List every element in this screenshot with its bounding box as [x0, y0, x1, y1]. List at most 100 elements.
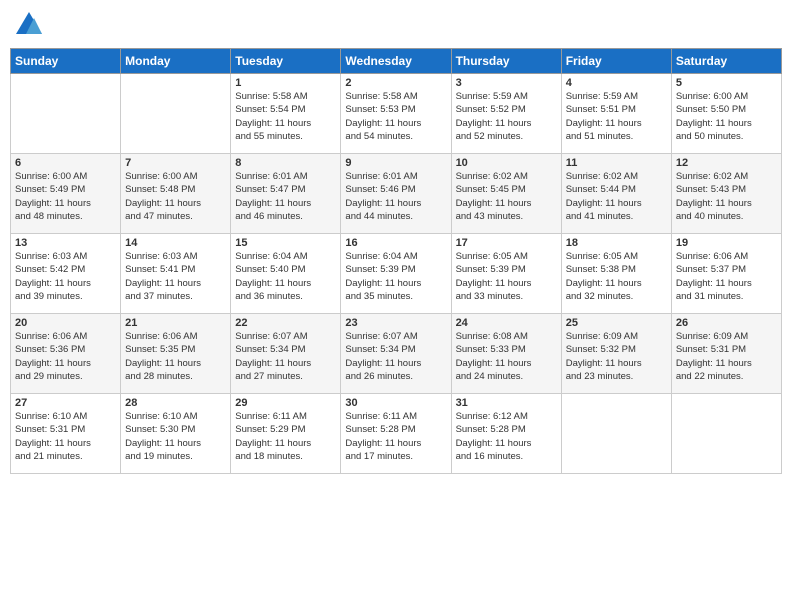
calendar-header-saturday: Saturday: [671, 49, 781, 74]
cell-info-line: Daylight: 11 hours: [566, 117, 667, 130]
cell-info-line: and 35 minutes.: [345, 290, 446, 303]
cell-info-line: Daylight: 11 hours: [676, 197, 777, 210]
cell-info-line: Sunrise: 6:09 AM: [676, 330, 777, 343]
cell-info-line: Sunrise: 6:10 AM: [15, 410, 116, 423]
calendar-header-sunday: Sunday: [11, 49, 121, 74]
cell-info-line: Sunset: 5:31 PM: [15, 423, 116, 436]
calendar-cell: 23Sunrise: 6:07 AMSunset: 5:34 PMDayligh…: [341, 314, 451, 394]
cell-info-line: Sunset: 5:50 PM: [676, 103, 777, 116]
day-number: 28: [125, 397, 226, 409]
day-number: 27: [15, 397, 116, 409]
calendar-cell: 15Sunrise: 6:04 AMSunset: 5:40 PMDayligh…: [231, 234, 341, 314]
cell-info-line: Daylight: 11 hours: [345, 117, 446, 130]
calendar-header-wednesday: Wednesday: [341, 49, 451, 74]
cell-info-line: Daylight: 11 hours: [125, 197, 226, 210]
cell-info-line: Sunrise: 6:06 AM: [15, 330, 116, 343]
calendar-cell: 21Sunrise: 6:06 AMSunset: 5:35 PMDayligh…: [121, 314, 231, 394]
cell-info-line: Sunset: 5:37 PM: [676, 263, 777, 276]
cell-info-line: and 36 minutes.: [235, 290, 336, 303]
cell-info-line: Sunrise: 6:00 AM: [125, 170, 226, 183]
cell-info-line: and 48 minutes.: [15, 210, 116, 223]
calendar-cell: 16Sunrise: 6:04 AMSunset: 5:39 PMDayligh…: [341, 234, 451, 314]
calendar-cell: 5Sunrise: 6:00 AMSunset: 5:50 PMDaylight…: [671, 74, 781, 154]
day-number: 20: [15, 317, 116, 329]
cell-info-line: and 31 minutes.: [676, 290, 777, 303]
cell-info-line: and 21 minutes.: [15, 450, 116, 463]
day-number: 16: [345, 237, 446, 249]
cell-info-line: Sunrise: 6:06 AM: [125, 330, 226, 343]
cell-info-line: and 54 minutes.: [345, 130, 446, 143]
cell-info-line: Sunset: 5:36 PM: [15, 343, 116, 356]
day-number: 25: [566, 317, 667, 329]
cell-info-line: Sunrise: 6:02 AM: [566, 170, 667, 183]
cell-info-line: Daylight: 11 hours: [15, 277, 116, 290]
cell-info-line: Sunset: 5:45 PM: [456, 183, 557, 196]
calendar-header-thursday: Thursday: [451, 49, 561, 74]
calendar-header-tuesday: Tuesday: [231, 49, 341, 74]
cell-info-line: Sunrise: 6:01 AM: [235, 170, 336, 183]
cell-info-line: Daylight: 11 hours: [566, 357, 667, 370]
calendar-cell: 25Sunrise: 6:09 AMSunset: 5:32 PMDayligh…: [561, 314, 671, 394]
cell-info-line: Sunrise: 6:11 AM: [345, 410, 446, 423]
cell-info-line: and 19 minutes.: [125, 450, 226, 463]
cell-info-line: Daylight: 11 hours: [676, 117, 777, 130]
cell-info-line: and 47 minutes.: [125, 210, 226, 223]
cell-info-line: Daylight: 11 hours: [345, 277, 446, 290]
calendar-table: SundayMondayTuesdayWednesdayThursdayFrid…: [10, 48, 782, 474]
cell-info-line: Daylight: 11 hours: [345, 357, 446, 370]
cell-info-line: Sunset: 5:46 PM: [345, 183, 446, 196]
cell-info-line: Sunset: 5:34 PM: [345, 343, 446, 356]
day-number: 14: [125, 237, 226, 249]
day-number: 22: [235, 317, 336, 329]
cell-info-line: Daylight: 11 hours: [125, 437, 226, 450]
cell-info-line: Sunrise: 6:03 AM: [15, 250, 116, 263]
cell-info-line: and 28 minutes.: [125, 370, 226, 383]
calendar-cell: 1Sunrise: 5:58 AMSunset: 5:54 PMDaylight…: [231, 74, 341, 154]
cell-info-line: Sunset: 5:52 PM: [456, 103, 557, 116]
cell-info-line: Sunset: 5:35 PM: [125, 343, 226, 356]
cell-info-line: Sunset: 5:29 PM: [235, 423, 336, 436]
calendar-cell: 19Sunrise: 6:06 AMSunset: 5:37 PMDayligh…: [671, 234, 781, 314]
day-number: 11: [566, 157, 667, 169]
cell-info-line: and 32 minutes.: [566, 290, 667, 303]
cell-info-line: Sunrise: 6:04 AM: [345, 250, 446, 263]
cell-info-line: Daylight: 11 hours: [15, 357, 116, 370]
cell-info-line: and 24 minutes.: [456, 370, 557, 383]
day-number: 29: [235, 397, 336, 409]
cell-info-line: and 37 minutes.: [125, 290, 226, 303]
calendar-cell: 18Sunrise: 6:05 AMSunset: 5:38 PMDayligh…: [561, 234, 671, 314]
calendar-header-monday: Monday: [121, 49, 231, 74]
calendar-cell: [671, 394, 781, 474]
cell-info-line: Daylight: 11 hours: [676, 277, 777, 290]
day-number: 15: [235, 237, 336, 249]
cell-info-line: and 52 minutes.: [456, 130, 557, 143]
cell-info-line: Sunrise: 6:04 AM: [235, 250, 336, 263]
cell-info-line: Daylight: 11 hours: [456, 117, 557, 130]
cell-info-line: Sunrise: 6:10 AM: [125, 410, 226, 423]
cell-info-line: Sunset: 5:40 PM: [235, 263, 336, 276]
cell-info-line: Sunrise: 6:08 AM: [456, 330, 557, 343]
cell-info-line: and 16 minutes.: [456, 450, 557, 463]
calendar-cell: 26Sunrise: 6:09 AMSunset: 5:31 PMDayligh…: [671, 314, 781, 394]
cell-info-line: Sunrise: 6:11 AM: [235, 410, 336, 423]
calendar-header-row: SundayMondayTuesdayWednesdayThursdayFrid…: [11, 49, 782, 74]
calendar-week-3: 13Sunrise: 6:03 AMSunset: 5:42 PMDayligh…: [11, 234, 782, 314]
cell-info-line: Daylight: 11 hours: [345, 437, 446, 450]
calendar-cell: 28Sunrise: 6:10 AMSunset: 5:30 PMDayligh…: [121, 394, 231, 474]
calendar-cell: 13Sunrise: 6:03 AMSunset: 5:42 PMDayligh…: [11, 234, 121, 314]
cell-info-line: and 27 minutes.: [235, 370, 336, 383]
calendar-cell: [121, 74, 231, 154]
cell-info-line: and 17 minutes.: [345, 450, 446, 463]
cell-info-line: Sunrise: 6:06 AM: [676, 250, 777, 263]
cell-info-line: Daylight: 11 hours: [235, 277, 336, 290]
cell-info-line: Daylight: 11 hours: [456, 437, 557, 450]
cell-info-line: Sunset: 5:38 PM: [566, 263, 667, 276]
calendar-cell: 8Sunrise: 6:01 AMSunset: 5:47 PMDaylight…: [231, 154, 341, 234]
calendar-cell: 11Sunrise: 6:02 AMSunset: 5:44 PMDayligh…: [561, 154, 671, 234]
day-number: 5: [676, 77, 777, 89]
cell-info-line: and 41 minutes.: [566, 210, 667, 223]
cell-info-line: Sunrise: 5:58 AM: [235, 90, 336, 103]
day-number: 7: [125, 157, 226, 169]
cell-info-line: Daylight: 11 hours: [456, 197, 557, 210]
calendar-cell: 9Sunrise: 6:01 AMSunset: 5:46 PMDaylight…: [341, 154, 451, 234]
